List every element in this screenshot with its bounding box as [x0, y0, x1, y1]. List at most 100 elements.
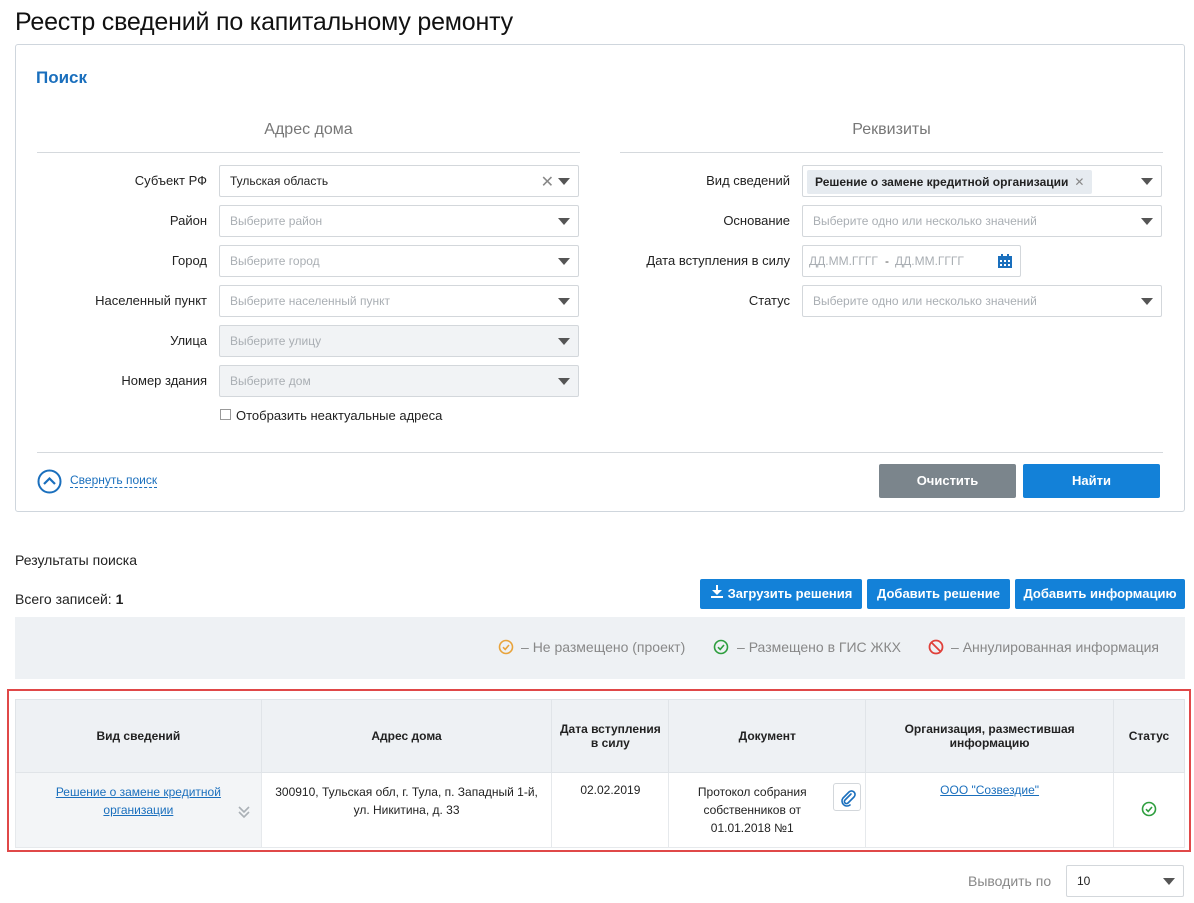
total-records: Всего записей: 1 [15, 591, 123, 607]
col-document[interactable]: Документ [668, 699, 867, 773]
street-select[interactable]: Выберите улицу [219, 325, 579, 357]
total-label: Всего записей: [15, 591, 112, 607]
page-title: Реестр сведений по капитальному ремонту [15, 8, 513, 36]
street-placeholder: Выберите улицу [230, 334, 322, 348]
results-table: Вид сведений Адрес дома Дата вступления … [15, 699, 1186, 848]
chevron-down-icon [1141, 178, 1153, 185]
city-select[interactable]: Выберите город [219, 245, 579, 277]
date-from-placeholder: ДД.ММ.ГГГГ [809, 254, 878, 268]
chevron-down-icon [558, 258, 570, 265]
placed-status-icon [713, 639, 729, 660]
col-info-type[interactable]: Вид сведений [15, 699, 262, 773]
date-separator: - [885, 254, 889, 268]
status-placeholder: Выберите одно или несколько значений [813, 294, 1037, 308]
requisites-section-heading: Реквизиты [852, 121, 931, 138]
clear-icon[interactable]: ✕ [541, 172, 554, 192]
subject-select[interactable]: Тульская область ✕ [219, 165, 579, 197]
status-select[interactable]: Выберите одно или несколько значений [802, 285, 1162, 317]
cell-status [1112, 772, 1186, 848]
add-information-button[interactable]: Добавить информацию [1015, 579, 1185, 609]
attachment-button[interactable] [833, 783, 862, 812]
city-label: Город [171, 253, 207, 268]
info-type-tag[interactable]: Решение о замене кредитной организации ✕ [807, 170, 1093, 194]
panel-divider [37, 452, 1163, 453]
building-select[interactable]: Выберите дом [219, 365, 579, 397]
col-date[interactable]: Дата вступления в силу [551, 699, 670, 773]
upload-decisions-label: Загрузить решения [727, 586, 853, 601]
show-inactive-checkbox[interactable] [220, 409, 231, 420]
chevron-down-icon [1141, 298, 1153, 305]
total-count: 1 [115, 591, 124, 607]
col-address[interactable]: Адрес дома [260, 699, 553, 773]
settlement-label: Населенный пункт [95, 293, 207, 308]
legend-pending: – Не размещено (проект) [521, 639, 685, 655]
settlement-select[interactable]: Выберите населенный пункт [219, 285, 579, 317]
subject-value: Тульская область [230, 174, 329, 188]
pending-status-icon [498, 639, 514, 660]
search-panel [15, 44, 1185, 512]
building-placeholder: Выберите дом [230, 374, 311, 388]
table-row: Решение о замене кредитной организации 3… [15, 772, 1186, 848]
basis-select[interactable]: Выберите одно или несколько значений [802, 205, 1162, 237]
cell-address: 300910, Тульская обл, г. Тула, п. Западн… [260, 772, 553, 848]
status-label: Статус [748, 293, 790, 308]
chevron-down-icon [1163, 878, 1175, 885]
remove-tag-icon[interactable]: ✕ [1074, 175, 1084, 189]
info-type-label: Вид сведений [706, 173, 790, 188]
legend-placed-label: Размещено в ГИС ЖКХ [748, 639, 901, 655]
legend-annulled: – Аннулированная информация [951, 639, 1159, 655]
address-section-heading: Адрес дома [264, 121, 353, 138]
basis-placeholder: Выберите одно или несколько значений [813, 214, 1037, 228]
effective-date-label: Дата вступления в силу [646, 253, 790, 268]
settlement-placeholder: Выберите населенный пункт [230, 294, 390, 308]
legend-dash: – [951, 639, 959, 655]
info-type-select[interactable]: Решение о замене кредитной организации ✕ [802, 165, 1162, 197]
building-label: Номер здания [121, 373, 207, 388]
results-heading: Результаты поиска [15, 552, 138, 568]
page-size-value: 10 [1077, 874, 1091, 888]
chevron-down-icon [558, 378, 570, 385]
city-placeholder: Выберите город [230, 254, 320, 268]
legend-annulled-label: Аннулированная информация [962, 639, 1160, 655]
document-name: Протокол собрания собственников от 01.01… [697, 785, 807, 835]
chevron-down-icon [558, 338, 570, 345]
download-icon [710, 580, 724, 610]
info-type-tag-label: Решение о замене кредитной организации [815, 175, 1069, 189]
col-organization[interactable]: Организация, разместившая информацию [865, 699, 1114, 773]
chevron-down-icon [558, 178, 570, 185]
legend-pending-label: Не размещено (проект) [532, 639, 686, 655]
basis-label: Основание [723, 213, 790, 228]
cell-document: Протокол собрания собственников от 01.01… [668, 772, 867, 848]
street-label: Улица [170, 333, 207, 348]
calendar-icon[interactable] [997, 253, 1013, 274]
legend-dash: – [521, 639, 529, 655]
requisites-section-divider [620, 152, 1163, 153]
page-size-select[interactable]: 10 [1066, 865, 1184, 897]
district-select[interactable]: Выберите район [219, 205, 579, 237]
legend-placed: – Размещено в ГИС ЖКХ [737, 639, 901, 655]
cell-date: 02.02.2019 [551, 772, 670, 848]
collapse-search-icon[interactable] [37, 469, 62, 499]
add-decision-button[interactable]: Добавить решение [867, 579, 1010, 609]
find-button[interactable]: Найти [1023, 464, 1160, 498]
district-label: Район [169, 213, 207, 228]
page-size-label: Выводить по [968, 873, 1052, 889]
info-type-link[interactable]: Решение о замене кредитной организации [56, 785, 221, 817]
clear-button[interactable]: Очистить [879, 464, 1016, 498]
address-section-divider [37, 152, 580, 153]
collapse-search-link[interactable]: Свернуть поиск [70, 473, 158, 488]
district-placeholder: Выберите район [230, 214, 323, 228]
annulled-status-icon [928, 639, 944, 660]
chevron-down-icon [558, 218, 570, 225]
date-range-input[interactable]: ДД.ММ.ГГГГ - ДД.ММ.ГГГГ [802, 245, 1021, 277]
subject-label: Субъект РФ [134, 173, 207, 188]
paperclip-icon [839, 789, 857, 812]
date-to-placeholder: ДД.ММ.ГГГГ [895, 254, 964, 268]
col-status[interactable]: Статус [1112, 699, 1186, 773]
expand-row-icon[interactable] [237, 805, 251, 824]
upload-decisions-button[interactable]: Загрузить решения [700, 579, 862, 609]
search-heading: Поиск [36, 68, 88, 87]
organization-link[interactable]: ООО "Созвездие" [940, 783, 1039, 797]
placed-status-icon [1141, 801, 1157, 820]
cell-info-type: Решение о замене кредитной организации [15, 772, 262, 848]
